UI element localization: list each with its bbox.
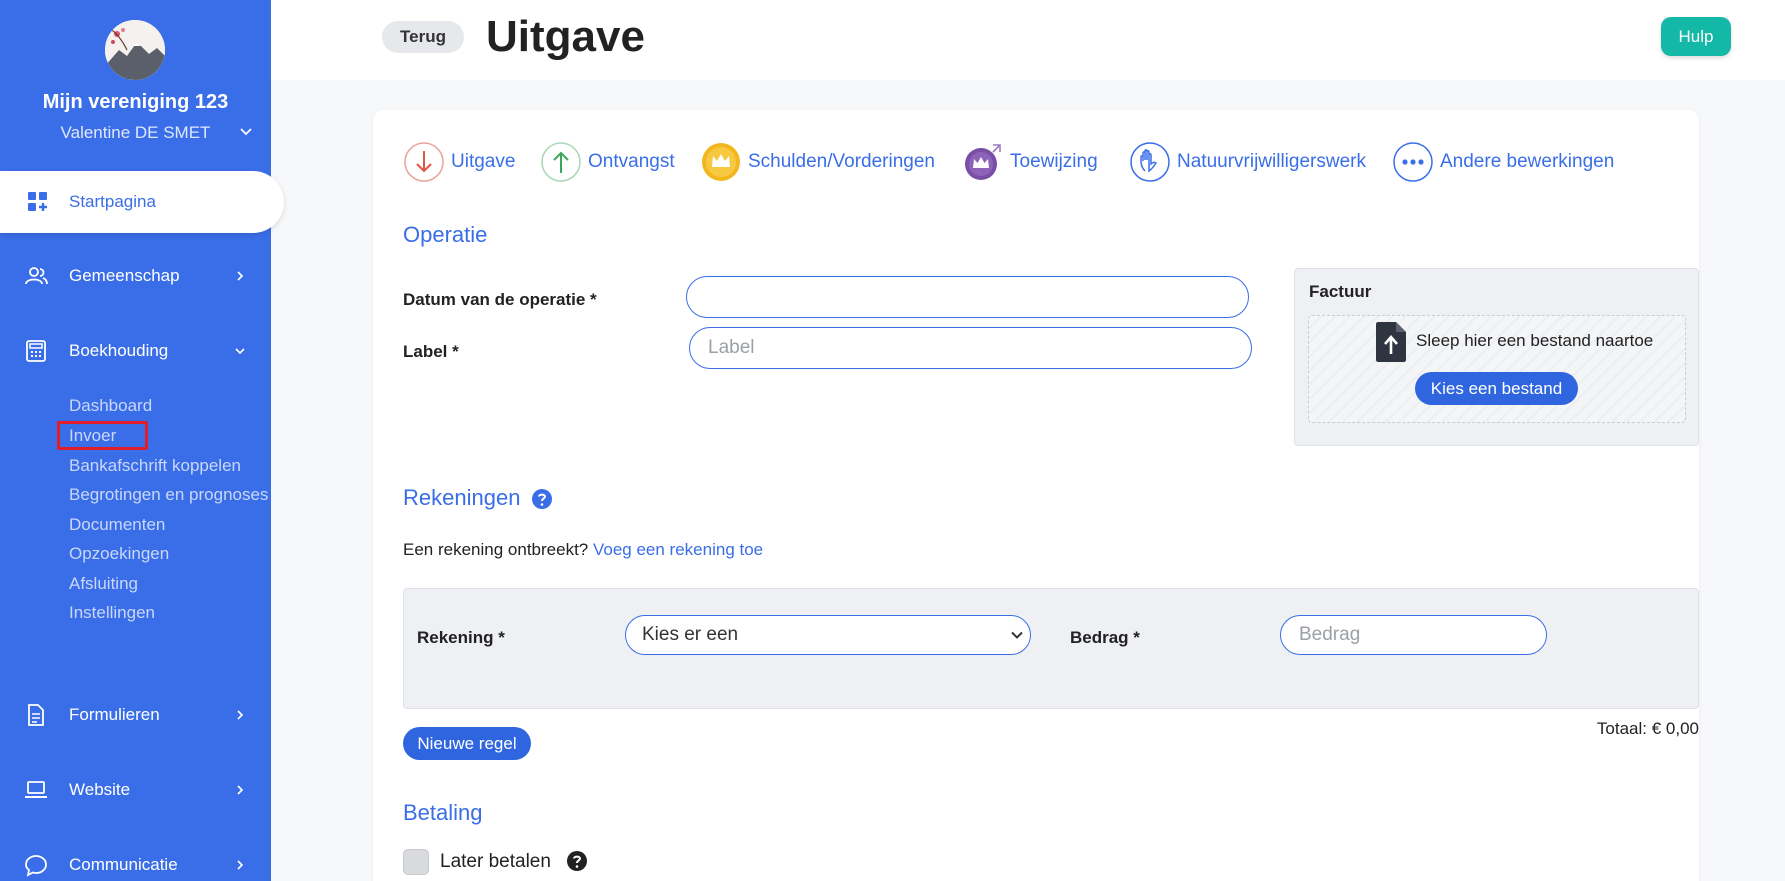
help-icon[interactable] [566,850,588,872]
amount-input[interactable] [1280,615,1547,655]
org-avatar[interactable] [105,20,165,80]
nav-label: Boekhouding [69,341,169,360]
back-button[interactable]: Terug [382,21,464,53]
date-label: Datum van de operatie * [403,290,597,309]
tab-allocation[interactable]: Toewijzing [962,141,1098,183]
users-icon [25,267,48,285]
tab-volunteer-work[interactable]: Natuurvrijwilligerswerk [1129,141,1366,183]
tab-label: Ontvangst [588,151,675,172]
crown-coin-icon [702,143,740,181]
file-upload-icon [1376,322,1406,362]
section-title-payment: Betaling [403,800,483,825]
main-card [373,110,1699,881]
section-title-operation: Operatie [403,222,488,247]
add-account-link[interactable]: Voeg een rekening toe [593,540,763,559]
selection-highlight [57,421,148,450]
calculator-icon [26,340,46,362]
nav-item-forms[interactable]: Formulieren [0,695,271,735]
sub-item-settings[interactable]: Instellingen [69,603,155,623]
missing-account-question: Een rekening ontbreekt? [403,540,589,559]
dashboard-icon [28,192,47,211]
tab-debts-receivables[interactable]: Schulden/Vorderingen [700,141,935,183]
help-button[interactable]: Hulp [1661,17,1731,56]
nav-item-website[interactable]: Website [0,770,271,810]
org-name: Mijn vereniging 123 [42,91,229,113]
sub-item-search[interactable]: Opzoekingen [69,544,169,564]
pay-later-label: Later betalen [440,851,551,872]
section-title-accounts: Rekeningen [403,485,521,510]
invoice-title: Factuur [1309,282,1372,301]
account-select[interactable]: Kies er een [625,615,1031,655]
date-input[interactable] [686,276,1249,318]
tab-expense[interactable]: Uitgave [403,141,515,183]
chevron-right-icon [237,785,244,795]
sub-item-budgets[interactable]: Begrotingen en prognoses [69,485,268,505]
chevron-right-icon [237,710,244,720]
chevron-down-icon [235,348,245,355]
laptop-icon [25,781,47,798]
amount-label: Bedrag * [1070,628,1140,647]
sub-item-dashboard[interactable]: Dashboard [69,396,152,416]
chat-icon [25,855,47,877]
nav-label: Gemeenschap [69,266,180,285]
nav-label: Startpagina [69,192,156,211]
allocation-crown-icon [965,144,1001,180]
arrow-up-icon [541,142,581,182]
label-input[interactable] [689,327,1252,369]
drop-zone-text: Sleep hier een bestand naartoe [1416,331,1654,350]
account-select-value: Kies er een [642,624,739,645]
choose-file-button[interactable]: Kies een bestand [1415,372,1578,405]
user-name[interactable]: Valentine DE SMET [0,123,271,143]
pay-later-checkbox[interactable] [403,849,429,875]
nav-item-home[interactable]: Startpagina [0,171,284,233]
nav-label: Formulieren [69,705,160,724]
tab-label: Schulden/Vorderingen [748,151,935,172]
help-icon[interactable] [531,488,553,510]
new-line-button[interactable]: Nieuwe regel [403,727,531,760]
chevron-down-icon[interactable] [238,123,254,139]
tab-label: Natuurvrijwilligerswerk [1177,151,1366,172]
sub-item-documents[interactable]: Documenten [69,515,165,535]
more-options-icon [1393,142,1433,182]
tab-label: Uitgave [451,151,516,172]
chevron-down-icon [1011,631,1023,639]
label-label: Label * [403,342,459,361]
missing-account-text: Een rekening ontbreekt? Voeg een rekenin… [403,540,763,560]
account-label: Rekening * [417,628,505,647]
sub-item-bank-link[interactable]: Bankafschrift koppelen [69,456,241,476]
tab-label: Toewijzing [1010,151,1098,172]
chevron-right-icon [237,271,244,281]
sub-item-closing[interactable]: Afsluiting [69,574,138,594]
sidebar: Mijn vereniging 123 Valentine DE SMET St… [0,0,284,881]
nav-label: Website [69,780,131,799]
nav-item-community[interactable]: Gemeenschap [0,256,271,296]
nav-label: Communicatie [69,855,178,874]
nav-item-accounting[interactable]: Boekhouding [0,331,271,371]
document-icon [28,704,44,726]
page-title: Uitgave [486,12,645,61]
tab-label: Andere bewerkingen [1440,151,1615,172]
hand-icon [1130,142,1170,182]
arrow-down-icon [404,142,444,182]
tab-other-operations[interactable]: Andere bewerkingen [1392,141,1614,183]
nav-item-communication[interactable]: Communicatie [0,845,271,881]
total-amount: Totaal: € 0,00 [1596,719,1699,738]
chevron-right-icon [237,860,244,870]
tab-income[interactable]: Ontvangst [540,141,675,183]
